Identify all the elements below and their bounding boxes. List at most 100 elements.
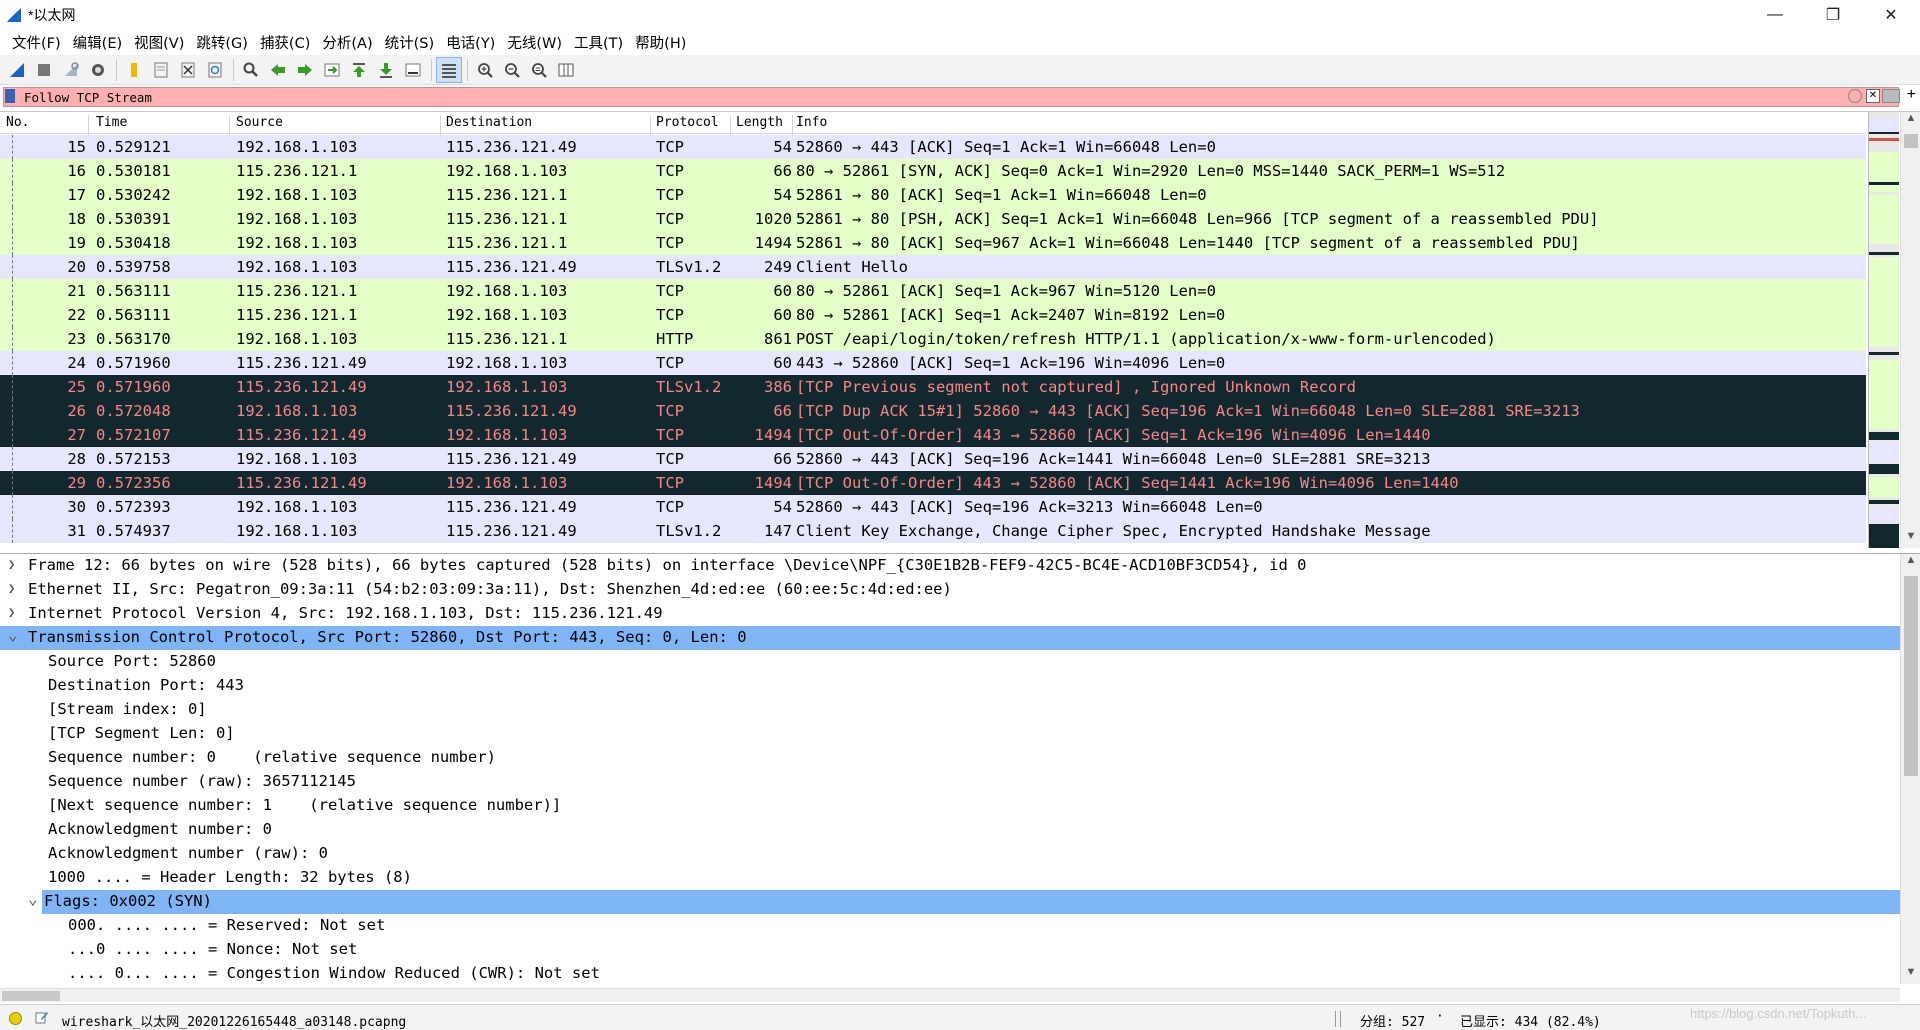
detail-tree-item[interactable]: 1000 .... = Header Length: 32 bytes (8) [0, 866, 1920, 890]
menu-statistics[interactable]: 统计(S) [379, 32, 441, 53]
detail-tree-item[interactable]: [Stream index: 0] [0, 698, 1920, 722]
menu-view[interactable]: 视图(V) [128, 32, 190, 53]
go-to-packet-icon[interactable] [319, 57, 345, 83]
packet-row[interactable]: 22 0.563111 115.236.121.1 192.168.1.103 TCP 6… [0, 303, 1866, 327]
packet-row[interactable]: 18 0.530391 192.168.1.103 115.236.121.1 TCP 1… [0, 207, 1866, 231]
packet-list-scrollbar[interactable]: ▲ ▼ [1900, 112, 1920, 548]
stop-capture-icon[interactable] [31, 57, 57, 83]
detail-tree-item[interactable]: ❯ Ethernet II, Src: Pegatron_09:3a:11 (54… [0, 578, 1920, 602]
collapse-arrow-icon[interactable]: ⌄ [28, 889, 42, 908]
menu-edit[interactable]: 编辑(E) [67, 32, 128, 53]
packet-row[interactable]: 20 0.539758 192.168.1.103 115.236.121.49 TLS… [0, 255, 1866, 279]
scrollbar-thumb[interactable] [1904, 134, 1918, 148]
zoom-reset-icon[interactable] [526, 57, 552, 83]
scroll-up-icon[interactable]: ▲ [1901, 554, 1920, 572]
packet-row[interactable]: 16 0.530181 115.236.121.1 192.168.1.103 TCP 6… [0, 159, 1866, 183]
start-capture-icon[interactable] [4, 57, 30, 83]
packet-minimap[interactable] [1868, 112, 1899, 548]
col-header-time[interactable]: Time [96, 115, 127, 130]
menu-telephony[interactable]: 电话(Y) [440, 32, 501, 53]
close-file-icon[interactable] [175, 57, 201, 83]
restart-capture-icon[interactable] [58, 57, 84, 83]
capture-comment-icon[interactable] [35, 1010, 49, 1024]
packet-row[interactable]: 17 0.530242 192.168.1.103 115.236.121.1 TCP 5… [0, 183, 1866, 207]
col-header-destination[interactable]: Destination [446, 115, 532, 130]
collapse-arrow-icon[interactable]: ⌄ [8, 625, 22, 644]
detail-tree-item[interactable]: .... 0... .... = Congestion Window Reduc… [0, 962, 1920, 986]
detail-tree-item[interactable]: 000. .... .... = Reserved: Not set [0, 914, 1920, 938]
detail-tree-item[interactable]: Sequence number (raw): 3657112145 [0, 770, 1920, 794]
go-forward-icon[interactable] [292, 57, 318, 83]
display-filter-input[interactable]: Follow TCP Stream [3, 87, 1899, 107]
menu-tools[interactable]: 工具(T) [568, 32, 629, 53]
first-packet-icon[interactable] [346, 57, 372, 83]
zoom-in-icon[interactable] [472, 57, 498, 83]
menu-analyze[interactable]: 分析(A) [316, 32, 378, 53]
details-horizontal-scrollbar[interactable] [0, 988, 1900, 1002]
open-file-icon[interactable] [121, 57, 147, 83]
detail-tree-item[interactable]: [Next sequence number: 1 (relative seque… [0, 794, 1920, 818]
expand-arrow-icon[interactable]: ❯ [8, 605, 22, 619]
last-packet-icon[interactable] [373, 57, 399, 83]
detail-tree-item[interactable]: ❯ Internet Protocol Version 4, Src: 192.1… [0, 602, 1920, 626]
packet-row[interactable]: 19 0.530418 192.168.1.103 115.236.121.1 TCP 1… [0, 231, 1866, 255]
expand-arrow-icon[interactable]: ❯ [8, 581, 22, 595]
menu-go[interactable]: 跳转(G) [190, 32, 254, 53]
filter-close-icon[interactable]: ✕ [1866, 89, 1880, 103]
scroll-up-icon[interactable]: ▲ [1901, 112, 1920, 130]
menu-help[interactable]: 帮助(H) [629, 32, 692, 53]
go-back-icon[interactable] [265, 57, 291, 83]
packet-row[interactable]: 29 0.572356 115.236.121.49 192.168.1.103 TCP… [0, 471, 1866, 495]
detail-tree-item[interactable]: Sequence number: 0 (relative sequence nu… [0, 746, 1920, 770]
detail-tree-item[interactable]: Source Port: 52860 [0, 650, 1920, 674]
packet-row[interactable]: 23 0.563170 192.168.1.103 115.236.121.1 HTTP… [0, 327, 1866, 351]
packet-row[interactable]: 25 0.571960 115.236.121.49 192.168.1.103 TLS… [0, 375, 1866, 399]
packet-row[interactable]: 15 0.529121 192.168.1.103 115.236.121.49 TCP… [0, 135, 1866, 159]
packet-row[interactable]: 27 0.572107 115.236.121.49 192.168.1.103 TCP… [0, 423, 1866, 447]
packet-row[interactable]: 30 0.572393 192.168.1.103 115.236.121.49 TCP… [0, 495, 1866, 519]
packet-row[interactable]: 26 0.572048 192.168.1.103 115.236.121.49 TCP… [0, 399, 1866, 423]
close-button[interactable]: ✕ [1862, 0, 1920, 30]
detail-tree-item[interactable]: ...0 .... .... = Nonce: Not set [0, 938, 1920, 962]
apply-filter-icon[interactable] [1882, 89, 1900, 103]
col-header-protocol[interactable]: Protocol [656, 115, 719, 130]
colorize-icon[interactable] [436, 56, 462, 83]
menu-capture[interactable]: 捕获(C) [254, 32, 316, 53]
details-scrollbar[interactable]: ▲ ▼ [1900, 554, 1920, 984]
save-file-icon[interactable] [148, 57, 174, 83]
detail-tree-item[interactable]: Acknowledgment number (raw): 0 [0, 842, 1920, 866]
expand-arrow-icon[interactable]: ❯ [8, 557, 22, 571]
menu-file[interactable]: 文件(F) [6, 32, 67, 53]
minimize-button[interactable]: — [1746, 0, 1804, 30]
zoom-out-icon[interactable] [499, 57, 525, 83]
detail-tree-item[interactable]: Destination Port: 443 [0, 674, 1920, 698]
packet-row[interactable]: 28 0.572153 192.168.1.103 115.236.121.49 TCP… [0, 447, 1866, 471]
packet-row[interactable]: 24 0.571960 115.236.121.49 192.168.1.103 TCP… [0, 351, 1866, 375]
menu-wireless[interactable]: 无线(W) [501, 32, 568, 53]
detail-tree-item[interactable]: ⌄ Flags: 0x002 (SYN) [28, 889, 1900, 914]
col-header-source[interactable]: Source [236, 115, 283, 130]
autoscroll-icon[interactable] [400, 57, 426, 83]
packet-row[interactable]: 31 0.574937 192.168.1.103 115.236.121.49 TLS… [0, 519, 1866, 543]
col-header-length[interactable]: Length [736, 115, 783, 130]
detail-tree-item[interactable]: ❯ Frame 12: 66 bytes on wire (528 bits), … [0, 554, 1920, 578]
scroll-down-icon[interactable]: ▼ [1901, 966, 1920, 984]
expert-info-icon[interactable] [9, 1012, 22, 1025]
packet-row[interactable]: 21 0.563111 115.236.121.1 192.168.1.103 TCP 6… [0, 279, 1866, 303]
resize-columns-icon[interactable] [553, 57, 579, 83]
scroll-down-icon[interactable]: ▼ [1901, 530, 1920, 548]
add-filter-button-icon[interactable]: + [1907, 86, 1916, 104]
clear-filter-icon[interactable] [1848, 89, 1862, 103]
detail-tree-item[interactable]: [TCP Segment Len: 0] [0, 722, 1920, 746]
restore-button[interactable]: ❐ [1804, 0, 1862, 30]
detail-tree-item[interactable]: Acknowledgment number: 0 [0, 818, 1920, 842]
reload-file-icon[interactable] [202, 57, 228, 83]
bookmark-icon[interactable] [5, 89, 15, 103]
find-packet-icon[interactable] [238, 57, 264, 83]
scrollbar-thumb[interactable] [2, 991, 60, 1001]
scrollbar-thumb[interactable] [1904, 576, 1918, 776]
detail-tree-item[interactable]: ⌄ Transmission Control Protocol, Src Port… [0, 625, 1900, 650]
col-header-info[interactable]: Info [796, 115, 827, 130]
capture-options-icon[interactable] [85, 57, 111, 83]
col-header-no[interactable]: No. [6, 115, 29, 130]
